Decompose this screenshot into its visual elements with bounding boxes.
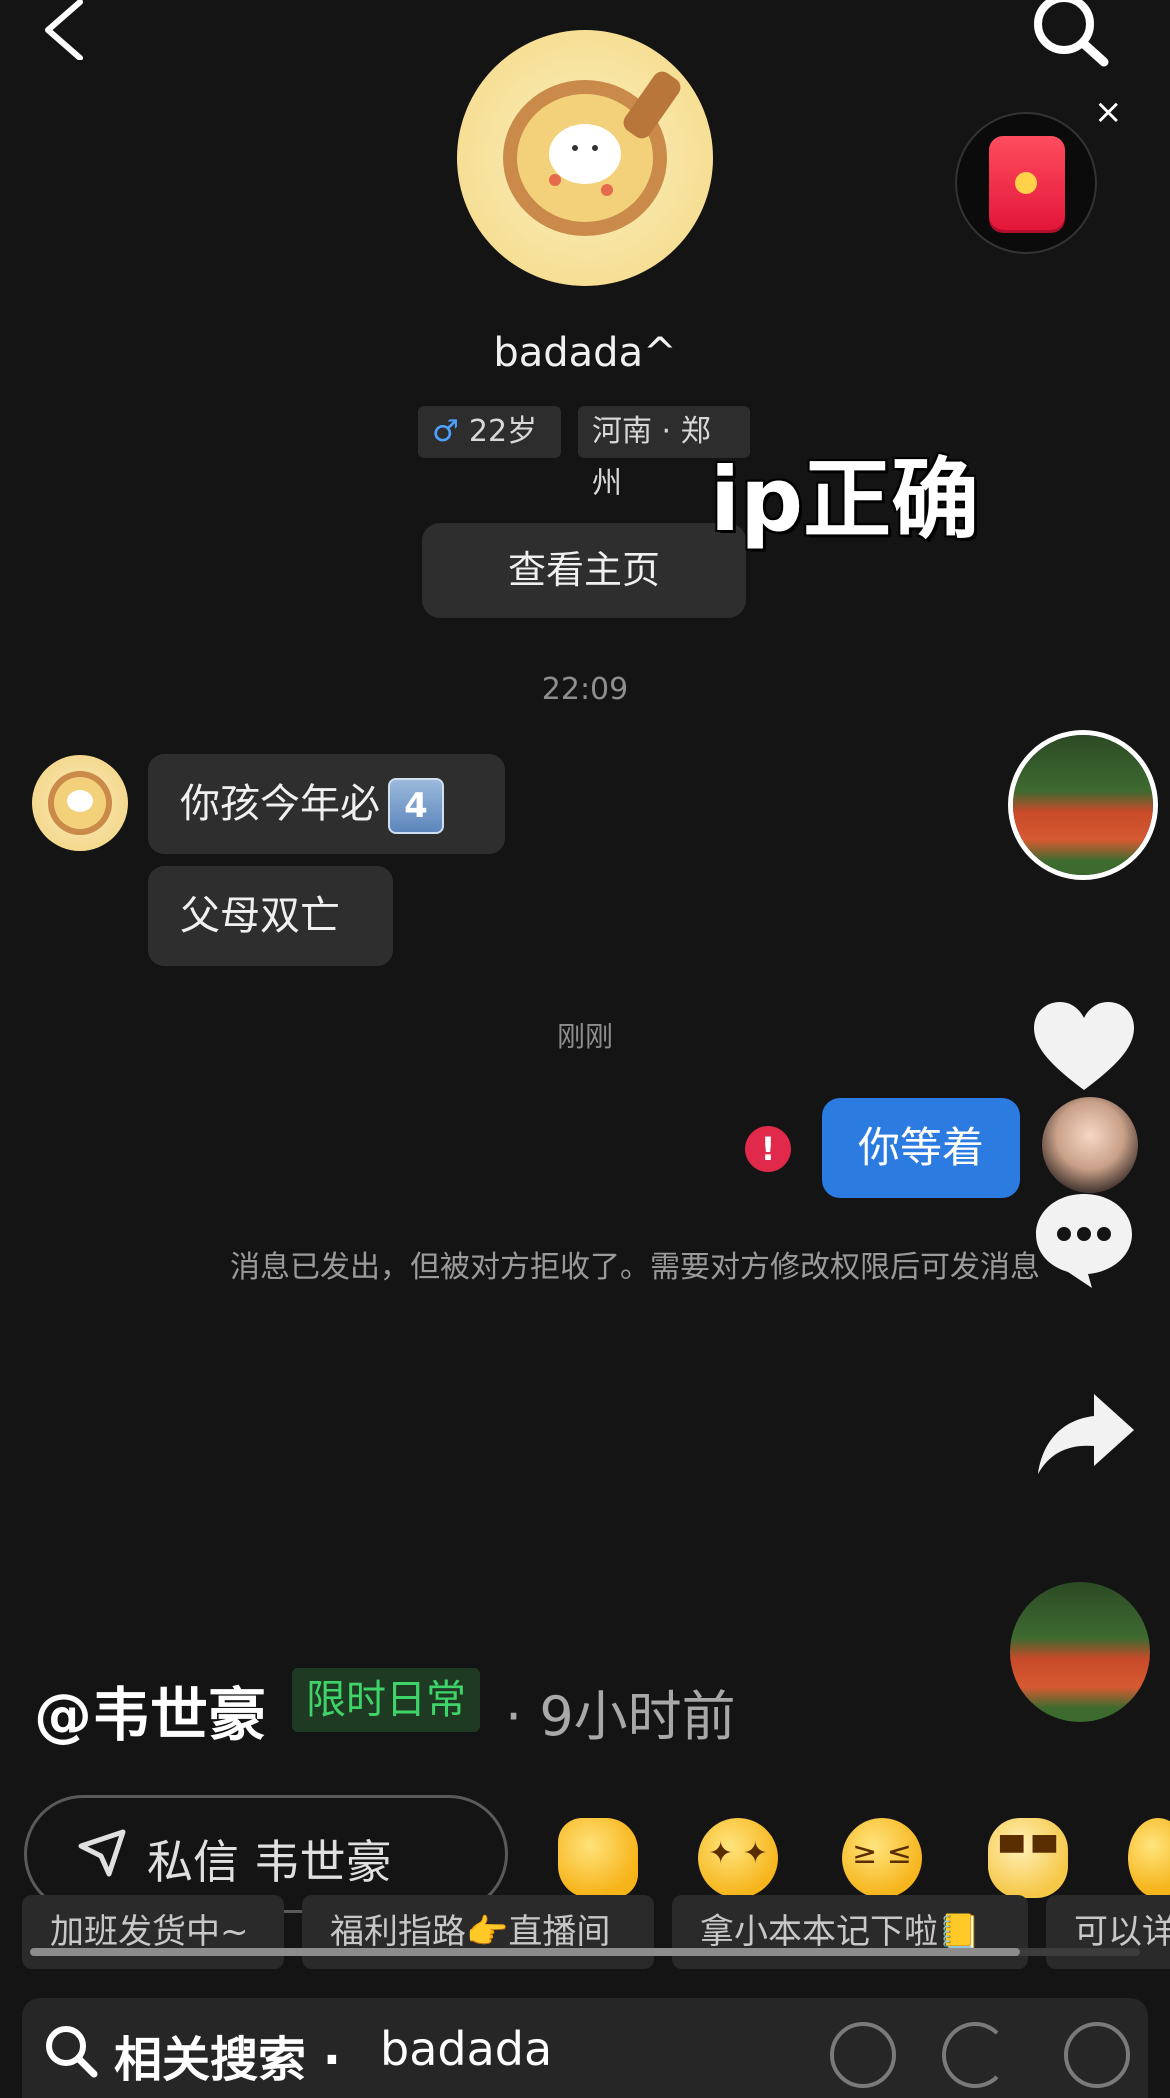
related-search-bar[interactable]: 相关搜索 · badada: [22, 1998, 1148, 2098]
quick-reply-chip[interactable]: 加班发货中~: [22, 1895, 284, 1969]
quick-reply-chip[interactable]: 福利指路👉直播间: [302, 1895, 654, 1969]
search-icon: [46, 2026, 98, 2078]
scrollbar-thumb[interactable]: [30, 1948, 1020, 1956]
incoming-message-bubble[interactable]: 你孩今年必 4: [148, 754, 505, 854]
outgoing-message-bubble[interactable]: 你等着: [822, 1098, 1020, 1198]
limited-daily-tag[interactable]: 限时日常: [292, 1668, 480, 1732]
chat-timestamp: 刚刚: [556, 1020, 613, 1053]
audio-icon[interactable]: [830, 2022, 896, 2088]
related-search-term[interactable]: badada: [380, 2022, 552, 2076]
partial-emoji-icon[interactable]: [1128, 1818, 1170, 1898]
close-icon[interactable]: ×: [1094, 92, 1123, 132]
profile-name: badada^: [493, 330, 677, 376]
direct-message-label: 私信 韦世豪: [147, 1835, 392, 1889]
search-icon[interactable]: [1030, 0, 1110, 70]
red-envelope-button[interactable]: [955, 112, 1097, 254]
message-rejected-notice: 消息已发出，但被对方拒收了。需要对方修改权限后可发消息: [230, 1250, 1040, 1285]
cool-dog-emoji-icon[interactable]: ▀ ▀: [988, 1818, 1068, 1898]
music-disc-avatar[interactable]: [1010, 1582, 1150, 1722]
star-eyes-emoji-icon[interactable]: ✦ ✦: [698, 1818, 778, 1898]
age-label: 22岁: [468, 414, 538, 449]
self-avatar: [1042, 1097, 1138, 1193]
post-time: · 9小时前: [505, 1685, 736, 1748]
chat-timestamp: 22:09: [541, 672, 629, 707]
back-chevron-icon[interactable]: [40, 0, 90, 60]
view-homepage-button[interactable]: 查看主页: [422, 523, 746, 618]
comment-icon[interactable]: [1032, 1190, 1136, 1290]
pizza-avatar-art: [503, 71, 681, 236]
sender-avatar[interactable]: [32, 755, 128, 851]
send-plane-icon: [78, 1829, 126, 1877]
share-icon[interactable]: [1036, 1390, 1136, 1478]
incoming-message-bubble[interactable]: 父母双亡: [148, 866, 393, 966]
overlay-caption: ip正确: [710, 448, 980, 551]
quick-reply-chip[interactable]: 拿小本本记下啦📒: [672, 1895, 1028, 1969]
progress-scrollbar[interactable]: [30, 1948, 1140, 1956]
thumbs-up-emoji-icon[interactable]: [558, 1818, 638, 1898]
more-icon[interactable]: [1064, 2022, 1130, 2088]
pizza-avatar-small-art: [48, 771, 112, 835]
send-failed-icon[interactable]: !: [745, 1126, 791, 1172]
message-text: 你孩今年必: [180, 781, 380, 827]
creator-avatar[interactable]: [1008, 730, 1158, 880]
profile-avatar[interactable]: [457, 30, 713, 286]
video-author[interactable]: @韦世豪: [34, 1668, 266, 1752]
age-chip: ♂ 22岁: [418, 406, 561, 458]
refresh-icon[interactable]: [942, 2022, 1008, 2088]
male-icon: ♂: [432, 414, 459, 449]
heart-icon[interactable]: [1032, 1000, 1136, 1094]
quick-reply-chip[interactable]: 可以详: [1046, 1895, 1170, 1969]
laughing-tears-emoji-icon[interactable]: ≥ ≤: [842, 1818, 922, 1898]
red-envelope-icon: [989, 136, 1065, 230]
keycap-four-emoji: 4: [388, 778, 444, 834]
